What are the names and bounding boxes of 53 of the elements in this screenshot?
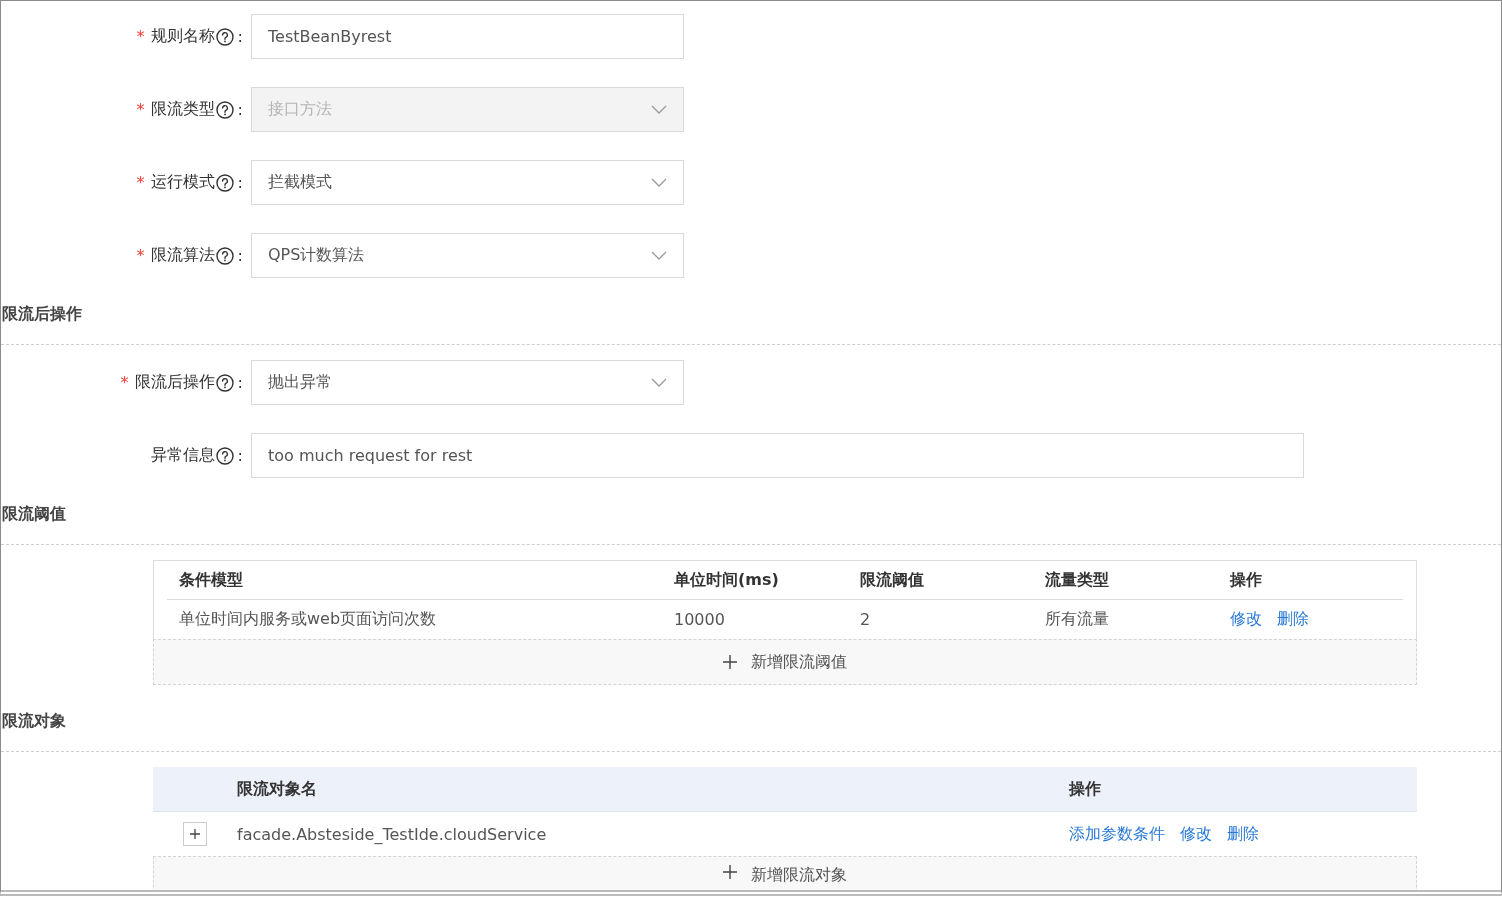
required-asterisk: * [136, 27, 145, 46]
label-colon: : [237, 246, 243, 265]
chevron-down-icon [651, 251, 667, 260]
chevron-down-icon [651, 105, 667, 114]
label-colon: : [237, 27, 243, 46]
select-field[interactable]: 抛出异常 [251, 360, 684, 405]
column-header: 条件模型 [179, 569, 244, 591]
action-link[interactable]: 修改 [1180, 823, 1212, 845]
column-header: 操作 [1230, 569, 1263, 591]
field-label: 异常信息 [150, 445, 215, 466]
action-link[interactable]: 修改 [1230, 609, 1262, 630]
input-field[interactable]: too much request for rest [251, 433, 1304, 478]
required-asterisk: * [136, 173, 145, 192]
field-label: 限流后操作 [134, 372, 215, 393]
field-label: 运行模式 [150, 172, 215, 193]
plus-icon [723, 655, 737, 669]
select-field[interactable]: 拦截模式 [251, 160, 684, 205]
select-field: 接口方法 [251, 87, 684, 132]
required-asterisk: * [136, 100, 145, 119]
action-link[interactable]: 添加参数条件 [1069, 823, 1165, 845]
table-cell-text: facade.Absteside_TestIde.cloudService [237, 824, 548, 844]
chevron-down-icon [651, 178, 667, 187]
table-cell-text: 单位时间内服务或web页面访问次数 [179, 609, 438, 630]
label-colon: : [237, 446, 243, 465]
chevron-down-icon [651, 378, 667, 387]
column-header: 流量类型 [1045, 569, 1110, 591]
expand-button[interactable] [183, 822, 207, 846]
field-label: 限流算法 [150, 245, 215, 266]
column-header: 操作 [1069, 778, 1102, 800]
label-colon: : [237, 100, 243, 119]
plus-icon [190, 829, 200, 839]
table-cell-text: 所有流量 [1045, 609, 1110, 630]
required-asterisk: * [120, 373, 129, 392]
table-cell-text: 10000 [674, 610, 726, 629]
table-cell-text: 2 [860, 610, 872, 629]
plus-icon [723, 865, 737, 879]
select-field[interactable]: QPS计数算法 [251, 233, 684, 278]
input-field[interactable]: TestBeanByrest [251, 14, 684, 59]
required-asterisk: * [136, 246, 145, 265]
action-link[interactable]: 删除 [1227, 823, 1259, 845]
section-title: 限流阈值 [2, 504, 66, 525]
section-title: 限流后操作 [2, 304, 82, 325]
action-link[interactable]: 删除 [1277, 609, 1309, 630]
column-header: 单位时间(ms) [674, 569, 780, 591]
column-header: 限流阈值 [860, 569, 925, 591]
section-title: 限流对象 [2, 711, 66, 732]
field-label: 限流类型 [150, 99, 215, 120]
add-button[interactable]: 新增限流阈值 [153, 639, 1417, 685]
add-button[interactable]: 新增限流对象 [153, 856, 1417, 890]
field-label: 规则名称 [150, 26, 215, 47]
label-colon: : [237, 173, 243, 192]
column-header: 限流对象名 [237, 778, 318, 800]
label-colon: : [237, 373, 243, 392]
